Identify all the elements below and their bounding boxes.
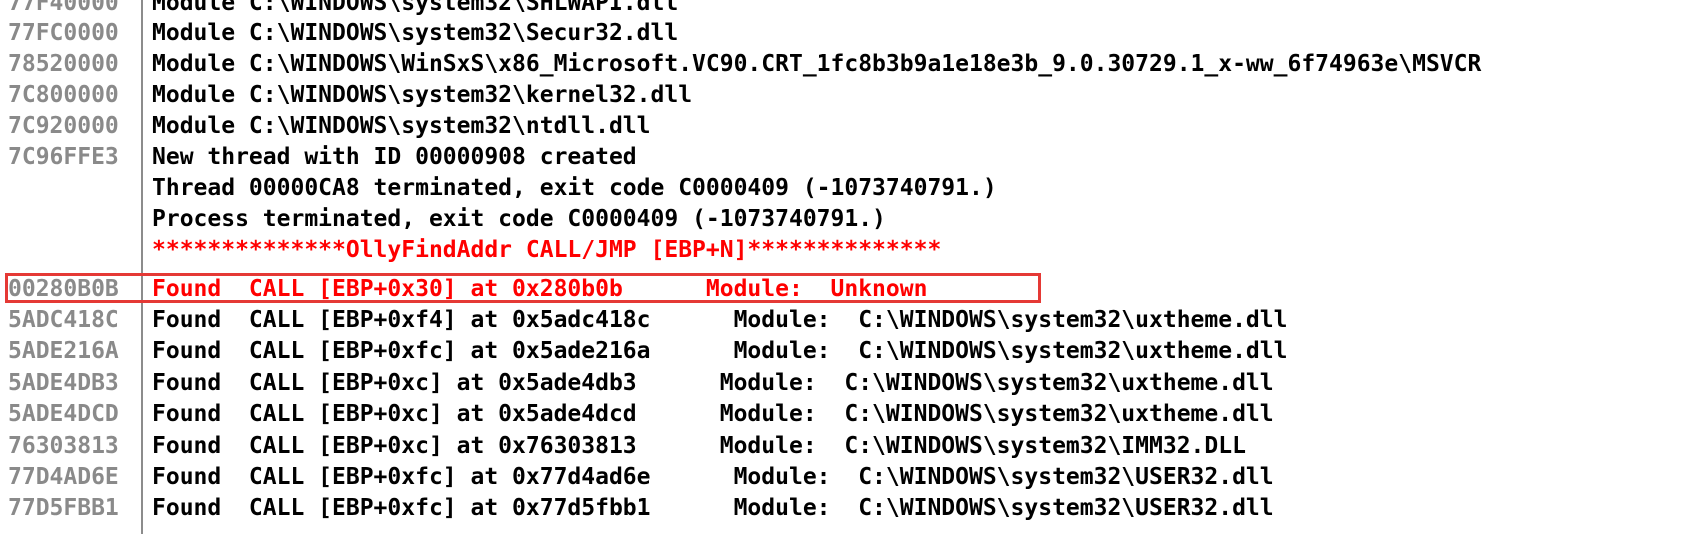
- log-row[interactable]: 5ADE4DCD Found CALL [EBP+0xc] at 0x5ade4…: [0, 398, 1684, 430]
- log-row-message: Found CALL [EBP+0xc] at 0x5ade4dcd Modul…: [152, 401, 1274, 427]
- log-row-message: Module C:\WINDOWS\WinSxS\x86_Microsoft.V…: [152, 51, 1482, 77]
- log-row-message: Thread 00000CA8 terminated, exit code C0…: [152, 175, 997, 201]
- log-row-message: Found CALL [EBP+0xf4] at 0x5adc418c Modu…: [152, 307, 1288, 333]
- log-row-address: 5ADE216A: [8, 338, 119, 364]
- log-row-message: Module C:\WINDOWS\system32\ntdll.dll: [152, 113, 651, 139]
- log-row-address: 5ADE4DCD: [8, 401, 119, 427]
- log-row[interactable]: 7C920000 Module C:\WINDOWS\system32\ntdl…: [0, 110, 1684, 142]
- log-row-message: Found CALL [EBP+0xfc] at 0x77d5fbb1 Modu…: [152, 495, 1274, 521]
- log-row[interactable]: 5ADE216A Found CALL [EBP+0xfc] at 0x5ade…: [0, 335, 1684, 367]
- log-row-address: 7C800000: [8, 82, 119, 108]
- log-row-message: Process terminated, exit code C0000409 (…: [152, 206, 886, 232]
- log-row-address: 77FC0000: [8, 20, 119, 46]
- log-row-address: 77D4AD6E: [8, 464, 119, 490]
- log-row-address: 7C920000: [8, 113, 119, 139]
- log-row-message: Found CALL [EBP+0xc] at 0x76303813 Modul…: [152, 433, 1246, 459]
- log-row[interactable]: 5ADE4DB3 Found CALL [EBP+0xc] at 0x5ade4…: [0, 367, 1684, 399]
- log-row-address: 78520000: [8, 51, 119, 77]
- log-row-address: 76303813: [8, 433, 119, 459]
- highlight-box: [5, 273, 1041, 303]
- log-row-message: New thread with ID 00000908 created: [152, 144, 637, 170]
- log-row-message: Found CALL [EBP+0xfc] at 0x5ade216a Modu…: [152, 338, 1288, 364]
- log-row-message: **************OllyFindAddr CALL/JMP [EBP…: [152, 237, 942, 263]
- log-row[interactable]: 7C800000 Module C:\WINDOWS\system32\kern…: [0, 79, 1684, 111]
- log-row[interactable]: Process terminated, exit code C0000409 (…: [0, 203, 1684, 235]
- log-row-message: Found CALL [EBP+0xc] at 0x5ade4db3 Modul…: [152, 370, 1274, 396]
- log-row[interactable]: Thread 00000CA8 terminated, exit code C0…: [0, 172, 1684, 204]
- log-row[interactable]: **************OllyFindAddr CALL/JMP [EBP…: [0, 234, 1684, 266]
- log-row[interactable]: 77D5FBB1 Found CALL [EBP+0xfc] at 0x77d5…: [0, 492, 1684, 524]
- log-row-address: 77D5FBB1: [8, 495, 119, 521]
- log-row[interactable]: 78520000 Module C:\WINDOWS\WinSxS\x86_Mi…: [0, 48, 1684, 80]
- log-row-message: Module C:\WINDOWS\system32\kernel32.dll: [152, 82, 693, 108]
- log-row[interactable]: 7C96FFE3 New thread with ID 00000908 cre…: [0, 141, 1684, 173]
- log-row-address: 7C96FFE3: [8, 144, 119, 170]
- log-row-message: Module C:\WINDOWS\system32\Secur32.dll: [152, 20, 679, 46]
- log-row-address: 5ADC418C: [8, 307, 119, 333]
- log-row[interactable]: 77FC0000 Module C:\WINDOWS\system32\Secu…: [0, 17, 1684, 49]
- log-row[interactable]: 5ADC418C Found CALL [EBP+0xf4] at 0x5adc…: [0, 304, 1684, 336]
- log-row[interactable]: 77D4AD6E Found CALL [EBP+0xfc] at 0x77d4…: [0, 461, 1684, 493]
- log-row[interactable]: 76303813 Found CALL [EBP+0xc] at 0x76303…: [0, 430, 1684, 462]
- log-row-address: 5ADE4DB3: [8, 370, 119, 396]
- log-window: 77F40000 Module C:\WINDOWS\system32\SHLW…: [0, 0, 1684, 534]
- log-row-message: Found CALL [EBP+0xfc] at 0x77d4ad6e Modu…: [152, 464, 1274, 490]
